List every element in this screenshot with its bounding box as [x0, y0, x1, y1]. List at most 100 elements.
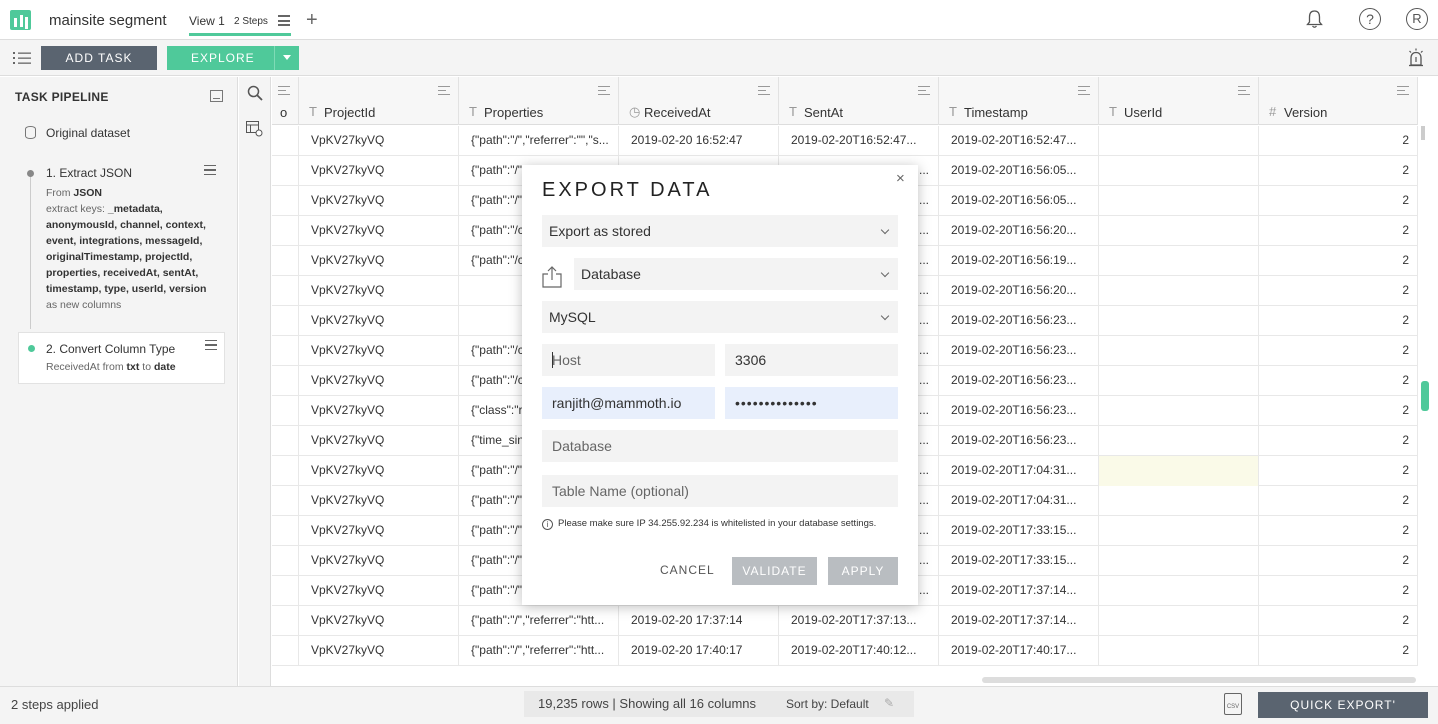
- username-field[interactable]: ranjith@mammoth.io: [542, 387, 715, 419]
- export-mode-select[interactable]: Export as stored: [542, 215, 898, 247]
- table-cell[interactable]: VpKV27kyVQ: [299, 186, 459, 216]
- step-1-menu-icon[interactable]: [204, 165, 216, 175]
- column-header[interactable]: T ProjectId: [299, 77, 459, 125]
- table-cell[interactable]: [1099, 636, 1259, 666]
- table-cell[interactable]: 2: [1259, 606, 1418, 636]
- table-cell[interactable]: [1099, 516, 1259, 546]
- column-menu-icon[interactable]: [278, 86, 290, 95]
- table-cell[interactable]: 2: [1259, 186, 1418, 216]
- db-engine-select[interactable]: MySQL: [542, 301, 898, 333]
- table-cell[interactable]: VpKV27kyVQ: [299, 486, 459, 516]
- table-cell[interactable]: 2: [1259, 426, 1418, 456]
- table-cell[interactable]: VpKV27kyVQ: [299, 426, 459, 456]
- table-cell[interactable]: [272, 636, 299, 666]
- host-field[interactable]: Host: [542, 344, 715, 376]
- side-panel-handle[interactable]: [1421, 381, 1429, 411]
- sort-setting[interactable]: Sort by: Default ✎: [770, 691, 914, 717]
- table-cell[interactable]: 2: [1259, 516, 1418, 546]
- table-cell[interactable]: [272, 546, 299, 576]
- search-icon[interactable]: [247, 85, 263, 101]
- add-view-icon[interactable]: +: [306, 10, 318, 30]
- table-cell[interactable]: 2019-02-20 17:40:17: [619, 636, 779, 666]
- table-cell[interactable]: VpKV27kyVQ: [299, 516, 459, 546]
- view-menu-icon[interactable]: [278, 15, 290, 26]
- table-cell[interactable]: [1099, 126, 1259, 156]
- dataset-title[interactable]: mainsite segment: [49, 12, 167, 29]
- table-cell[interactable]: 2: [1259, 396, 1418, 426]
- table-cell[interactable]: VpKV27kyVQ: [299, 366, 459, 396]
- help-icon[interactable]: ?: [1359, 8, 1381, 30]
- table-cell[interactable]: [272, 156, 299, 186]
- table-cell[interactable]: [272, 396, 299, 426]
- table-row[interactable]: VpKV27kyVQ {"path":"/","referrer":"","s..…: [272, 126, 1418, 156]
- column-header[interactable]: # Version: [1259, 77, 1418, 125]
- table-cell[interactable]: 2: [1259, 456, 1418, 486]
- table-cell[interactable]: {"path":"/","referrer":"","s...: [459, 126, 619, 156]
- table-cell[interactable]: 2019-02-20T17:33:15...: [939, 516, 1099, 546]
- validate-button[interactable]: VALIDATE: [732, 557, 817, 585]
- table-cell[interactable]: 2: [1259, 636, 1418, 666]
- edit-sort-pencil-icon[interactable]: ✎: [884, 697, 896, 709]
- close-icon[interactable]: ×: [896, 171, 905, 186]
- table-row[interactable]: VpKV27kyVQ {"path":"/","referrer":"htt...…: [272, 606, 1418, 636]
- table-cell[interactable]: 2019-02-20T17:40:12...: [779, 636, 939, 666]
- table-cell[interactable]: VpKV27kyVQ: [299, 396, 459, 426]
- table-cell[interactable]: [1099, 186, 1259, 216]
- port-field[interactable]: 3306: [725, 344, 898, 376]
- table-cell[interactable]: 2019-02-20T16:56:23...: [939, 396, 1099, 426]
- table-cell[interactable]: [272, 216, 299, 246]
- table-cell[interactable]: 2019-02-20T16:56:23...: [939, 306, 1099, 336]
- table-cell[interactable]: [272, 186, 299, 216]
- column-explorer-icon[interactable]: [246, 121, 264, 137]
- table-cell[interactable]: 2019-02-20T16:56:23...: [939, 426, 1099, 456]
- scroll-thumb[interactable]: [1421, 126, 1425, 140]
- column-header[interactable]: o: [272, 77, 299, 125]
- table-cell[interactable]: {"path":"/","referrer":"htt...: [459, 636, 619, 666]
- table-cell[interactable]: [1099, 576, 1259, 606]
- table-cell[interactable]: VpKV27kyVQ: [299, 156, 459, 186]
- table-cell[interactable]: 2: [1259, 276, 1418, 306]
- table-cell[interactable]: VpKV27kyVQ: [299, 606, 459, 636]
- step-1-title[interactable]: 1. Extract JSON: [46, 166, 132, 180]
- table-cell[interactable]: [272, 456, 299, 486]
- table-cell[interactable]: 2019-02-20T16:56:19...: [939, 246, 1099, 276]
- table-cell[interactable]: [1099, 216, 1259, 246]
- column-menu-icon[interactable]: [1397, 86, 1409, 95]
- table-cell[interactable]: 2019-02-20T16:56:23...: [939, 336, 1099, 366]
- column-header[interactable]: T UserId: [1099, 77, 1259, 125]
- table-cell[interactable]: VpKV27kyVQ: [299, 306, 459, 336]
- table-cell[interactable]: 2: [1259, 576, 1418, 606]
- table-cell[interactable]: VpKV27kyVQ: [299, 216, 459, 246]
- table-cell[interactable]: [272, 576, 299, 606]
- table-cell[interactable]: 2019-02-20T17:37:14...: [939, 576, 1099, 606]
- original-dataset-link[interactable]: Original dataset: [46, 126, 130, 140]
- table-cell[interactable]: [272, 486, 299, 516]
- mammoth-logo-icon[interactable]: [10, 10, 31, 30]
- table-cell[interactable]: VpKV27kyVQ: [299, 456, 459, 486]
- tab-view-1[interactable]: View 1: [189, 14, 225, 28]
- table-cell[interactable]: 2019-02-20T16:56:05...: [939, 186, 1099, 216]
- table-cell[interactable]: [272, 606, 299, 636]
- table-cell[interactable]: 2: [1259, 216, 1418, 246]
- table-cell[interactable]: 2019-02-20T16:56:05...: [939, 156, 1099, 186]
- table-cell[interactable]: 2019-02-20T17:04:31...: [939, 456, 1099, 486]
- table-cell[interactable]: 2019-02-20T16:56:23...: [939, 366, 1099, 396]
- table-cell[interactable]: [272, 366, 299, 396]
- table-cell[interactable]: 2: [1259, 366, 1418, 396]
- table-cell[interactable]: 2019-02-20 16:52:47: [619, 126, 779, 156]
- collapse-panel-icon[interactable]: [210, 90, 223, 102]
- table-cell[interactable]: [1099, 336, 1259, 366]
- table-cell[interactable]: [272, 276, 299, 306]
- table-cell[interactable]: 2019-02-20T16:56:20...: [939, 216, 1099, 246]
- table-cell[interactable]: VpKV27kyVQ: [299, 546, 459, 576]
- database-name-field[interactable]: Database: [542, 430, 898, 462]
- table-cell[interactable]: 2019-02-20 17:37:14: [619, 606, 779, 636]
- quick-export-button[interactable]: QUICK EXPORT': [1258, 692, 1428, 718]
- table-cell[interactable]: [272, 246, 299, 276]
- table-name-field[interactable]: Table Name (optional): [542, 475, 898, 507]
- column-menu-icon[interactable]: [918, 86, 930, 95]
- alerts-icon[interactable]: [1407, 48, 1425, 68]
- add-task-button[interactable]: ADD TASK: [41, 46, 157, 70]
- table-cell[interactable]: [272, 516, 299, 546]
- table-cell[interactable]: [1099, 396, 1259, 426]
